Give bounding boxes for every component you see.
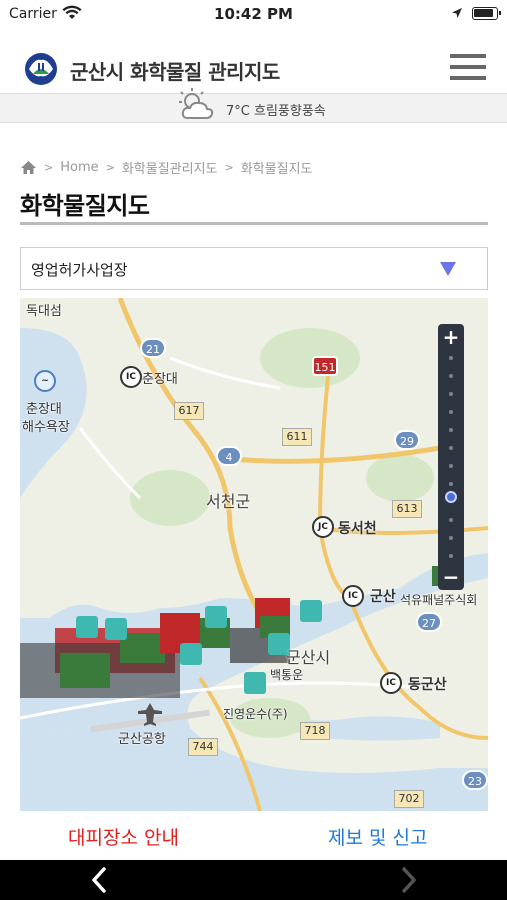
- forward-chevron-icon[interactable]: [396, 864, 422, 896]
- title-divider: [20, 222, 488, 225]
- zoom-level-dot[interactable]: [449, 428, 453, 432]
- breadcrumb: > Home > 화학물질관리지도 > 화학물질지도: [20, 158, 313, 177]
- map-zoom-control[interactable]: + −: [438, 324, 464, 590]
- map-base: [20, 298, 488, 811]
- map-label-company-1[interactable]: 진영운수(주): [223, 705, 288, 722]
- report-link[interactable]: 제보 및 신고: [328, 823, 427, 850]
- page-title: 화학물질지도: [20, 192, 150, 220]
- zoom-level-dot[interactable]: [449, 464, 453, 468]
- map-label-dokdaeseom: 독대섬: [26, 304, 62, 319]
- zoom-level-dot[interactable]: [449, 374, 453, 378]
- road-shield: 27: [416, 612, 442, 632]
- zoom-level-dot[interactable]: [449, 482, 453, 486]
- breadcrumb-chemical-management-map[interactable]: 화학물질관리지도: [122, 158, 218, 177]
- beach-icon: ~: [34, 370, 56, 392]
- menu-bar: [450, 76, 486, 80]
- road-shield: 611: [282, 428, 312, 446]
- map-label-chunjangdae: 춘장대: [142, 372, 178, 387]
- home-icon[interactable]: [20, 160, 37, 175]
- menu-bar: [450, 54, 486, 58]
- road-shield: 613: [392, 500, 422, 518]
- zoom-level-dot[interactable]: [449, 410, 453, 414]
- chevron-right-icon: >: [224, 161, 234, 174]
- map-label-beach-2: 해수욕장: [22, 420, 70, 435]
- menu-bar: [450, 65, 486, 69]
- road-shield: 23: [462, 770, 488, 790]
- road-shield: 29: [394, 430, 420, 450]
- facility-type-select[interactable]: 영업허가사업장: [20, 247, 488, 290]
- map-label-company-2[interactable]: 석유패널주식회: [400, 591, 477, 608]
- zoom-level-dot[interactable]: [449, 554, 453, 558]
- zoom-level-dot[interactable]: [449, 518, 453, 522]
- breadcrumb-chemical-map[interactable]: 화학물질지도: [241, 158, 313, 177]
- road-shield: 4: [216, 446, 242, 466]
- chevron-right-icon: >: [105, 161, 115, 174]
- highway-shield: 151: [312, 356, 338, 376]
- breadcrumb-home[interactable]: Home: [60, 160, 98, 175]
- city-logo-icon: [25, 53, 57, 85]
- cloudy-weather-icon: [179, 88, 214, 119]
- chemical-map[interactable]: 독대섬 춘장대 춘장대 해수욕장 서천군 동서천 군산 군산시 동군산 군산공항…: [20, 298, 488, 811]
- map-label-donggunsan: 동군산: [408, 677, 447, 693]
- bottom-links: 대피장소 안내 제보 및 신고: [0, 820, 507, 856]
- app-title: 군산시 화학물질 관리지도: [70, 60, 280, 84]
- zoom-level-dot[interactable]: [449, 446, 453, 450]
- location-arrow-icon: [452, 8, 462, 18]
- map-label-dongseocheon: 동서천: [338, 521, 377, 537]
- road-shield: 21: [140, 338, 166, 358]
- interchange-icon: IC: [120, 366, 142, 388]
- junction-icon: JC: [312, 516, 334, 538]
- clock: 10:42 PM: [214, 5, 293, 23]
- map-label-gunsan-city: 군산시: [286, 648, 331, 667]
- map-label-airport: 군산공항: [118, 732, 166, 747]
- road-shield: 744: [188, 738, 218, 756]
- zoom-level-dot[interactable]: [449, 536, 453, 540]
- browser-toolbar: [0, 860, 507, 900]
- road-shield: 702: [394, 790, 424, 808]
- battery-icon: [472, 7, 501, 20]
- select-value: 영업허가사업장: [31, 261, 128, 279]
- zoom-slider-handle[interactable]: [445, 491, 457, 503]
- road-shield: 718: [300, 722, 330, 740]
- evacuation-guide-link[interactable]: 대피장소 안내: [68, 823, 179, 850]
- zoom-in-button[interactable]: +: [438, 326, 464, 348]
- back-chevron-icon[interactable]: [86, 864, 112, 896]
- map-label-beach-1: 춘장대: [26, 402, 62, 417]
- map-label-company-3[interactable]: 백통운: [270, 666, 303, 683]
- chevron-right-icon: >: [44, 161, 54, 174]
- weather-text: 7°C 흐림풍향풍속: [226, 104, 326, 119]
- map-label-seocheon: 서천군: [206, 492, 251, 511]
- interchange-icon: IC: [380, 672, 402, 694]
- zoom-out-button[interactable]: −: [438, 566, 464, 588]
- hamburger-menu-button[interactable]: [450, 54, 486, 86]
- map-label-gunsan-ic: 군산: [370, 589, 396, 605]
- interchange-icon: IC: [342, 585, 364, 607]
- zoom-level-dot[interactable]: [449, 356, 453, 360]
- weather-bar: 7°C 흐림풍향풍속: [0, 88, 507, 123]
- status-bar: Carrier 10:42 PM: [0, 0, 507, 30]
- zoom-level-dot[interactable]: [449, 392, 453, 396]
- app-header: 군산시 화학물질 관리지도: [0, 30, 507, 94]
- road-shield: 617: [174, 402, 204, 420]
- dropdown-triangle-icon: [440, 262, 456, 276]
